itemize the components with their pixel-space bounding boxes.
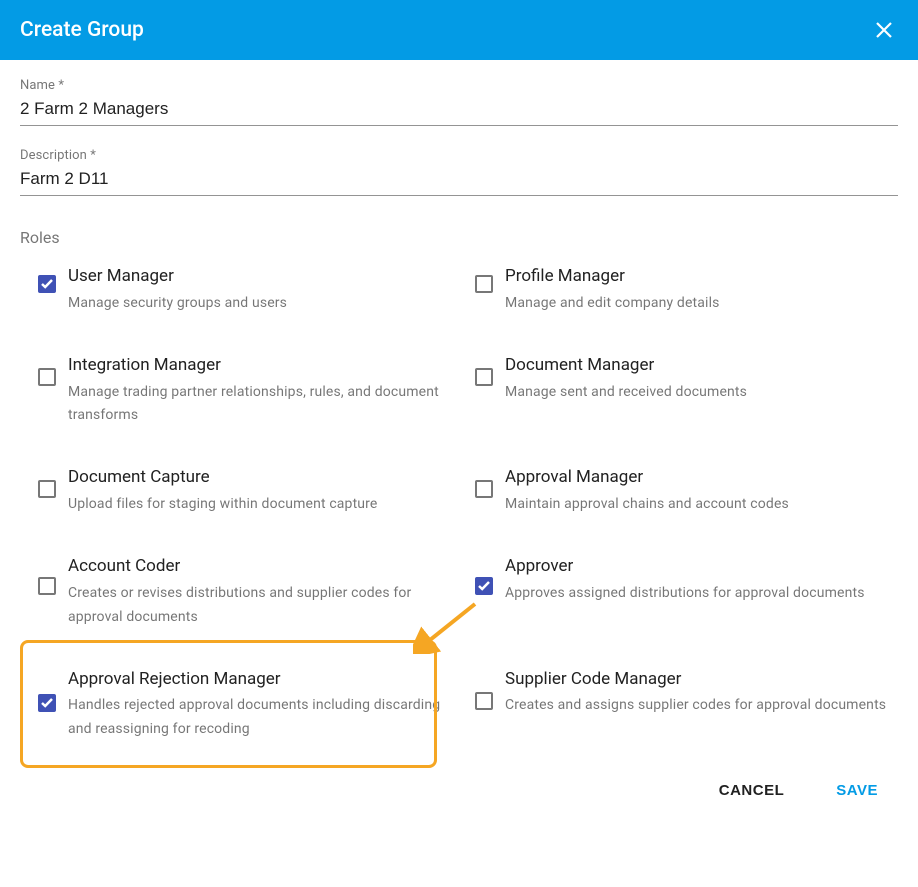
role-description: Creates or revises distributions and sup…: [68, 582, 457, 630]
role-description: Manage sent and received documents: [505, 381, 894, 405]
name-input[interactable]: [20, 97, 898, 121]
check-icon: [41, 698, 53, 708]
roles-grid: User Manager Manage security groups and u…: [20, 265, 898, 742]
description-label: Description *: [20, 148, 898, 163]
role-item: Document Manager Manage sent and received…: [475, 354, 894, 429]
role-description: Manage trading partner relationships, ru…: [68, 381, 457, 429]
role-title: Supplier Code Manager: [505, 668, 894, 691]
check-icon: [41, 279, 53, 289]
role-item: Approval Rejection Manager Handles reject…: [38, 668, 457, 743]
description-input-wrap: [20, 167, 898, 196]
role-text: Supplier Code Manager Creates and assigns…: [505, 668, 894, 719]
role-description: Handles rejected approval documents incl…: [68, 694, 457, 742]
role-item: Integration Manager Manage trading partne…: [38, 354, 457, 429]
close-icon: [874, 20, 894, 40]
role-text: Approval Rejection Manager Handles reject…: [68, 668, 457, 743]
role-checkbox[interactable]: [38, 480, 56, 498]
name-field: Name *: [20, 78, 898, 126]
dialog-header: Create Group: [0, 0, 918, 60]
role-checkbox[interactable]: [475, 368, 493, 386]
name-input-wrap: [20, 97, 898, 126]
description-field: Description *: [20, 148, 898, 196]
role-checkbox[interactable]: [38, 368, 56, 386]
dialog-footer: CANCEL SAVE: [0, 752, 918, 817]
role-text: Approver Approves assigned distributions …: [505, 555, 894, 606]
role-item: Document Capture Upload files for staging…: [38, 466, 457, 517]
role-title: Approval Rejection Manager: [68, 668, 457, 691]
role-item: Profile Manager Manage and edit company d…: [475, 265, 894, 316]
role-title: Document Manager: [505, 354, 894, 377]
cancel-button[interactable]: CANCEL: [715, 776, 789, 805]
role-title: Profile Manager: [505, 265, 894, 288]
role-description: Creates and assigns supplier codes for a…: [505, 694, 894, 718]
close-button[interactable]: [870, 16, 898, 44]
role-item: Supplier Code Manager Creates and assigns…: [475, 668, 894, 743]
role-checkbox[interactable]: [475, 692, 493, 710]
role-text: User Manager Manage security groups and u…: [68, 265, 457, 316]
role-description: Maintain approval chains and account cod…: [505, 493, 894, 517]
dialog-body: Name * Description * Roles User Manager M…: [0, 60, 918, 752]
role-checkbox[interactable]: [38, 577, 56, 595]
name-label: Name *: [20, 78, 898, 93]
role-description: Manage and edit company details: [505, 292, 894, 316]
role-title: Approver: [505, 555, 894, 578]
save-button[interactable]: SAVE: [832, 776, 882, 805]
role-text: Document Capture Upload files for staging…: [68, 466, 457, 517]
role-description: Manage security groups and users: [68, 292, 457, 316]
role-text: Document Manager Manage sent and received…: [505, 354, 894, 405]
description-input[interactable]: [20, 167, 898, 191]
role-checkbox[interactable]: [38, 275, 56, 293]
role-text: Profile Manager Manage and edit company d…: [505, 265, 894, 316]
role-title: Document Capture: [68, 466, 457, 489]
roles-section-label: Roles: [20, 228, 898, 247]
role-title: User Manager: [68, 265, 457, 288]
role-item: User Manager Manage security groups and u…: [38, 265, 457, 316]
role-checkbox[interactable]: [475, 275, 493, 293]
check-icon: [478, 581, 490, 591]
role-checkbox[interactable]: [475, 480, 493, 498]
role-title: Account Coder: [68, 555, 457, 578]
role-checkbox[interactable]: [475, 577, 493, 595]
role-item: Account Coder Creates or revises distribu…: [38, 555, 457, 630]
role-description: Approves assigned distributions for appr…: [505, 582, 894, 606]
role-text: Approval Manager Maintain approval chains…: [505, 466, 894, 517]
role-title: Approval Manager: [505, 466, 894, 489]
role-title: Integration Manager: [68, 354, 457, 377]
role-checkbox[interactable]: [38, 694, 56, 712]
role-text: Integration Manager Manage trading partne…: [68, 354, 457, 429]
role-text: Account Coder Creates or revises distribu…: [68, 555, 457, 630]
role-description: Upload files for staging within document…: [68, 493, 457, 517]
dialog-title: Create Group: [20, 18, 144, 42]
role-item: Approval Manager Maintain approval chains…: [475, 466, 894, 517]
role-item: Approver Approves assigned distributions …: [475, 555, 894, 630]
